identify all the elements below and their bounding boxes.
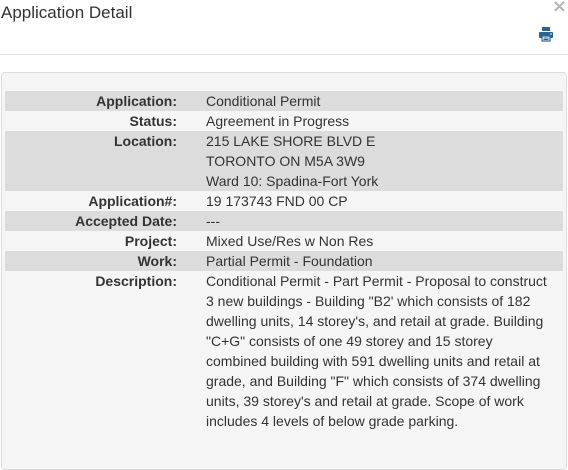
location-value: 215 LAKE SHORE BLVD E TORONTO ON M5A 3W9… xyxy=(177,131,563,191)
printer-icon[interactable] xyxy=(538,26,554,42)
location-ward-line: Ward 10: Spadina-Fort York xyxy=(206,173,379,189)
application-row: Application: Conditional Permit xyxy=(5,91,563,111)
accepted-date-label: Accepted Date: xyxy=(75,213,177,229)
work-row: Work: Partial Permit - Foundation xyxy=(5,251,563,271)
project-value: Mixed Use/Res w Non Res xyxy=(206,233,374,249)
work-label: Work: xyxy=(137,253,177,269)
application-value: Conditional Permit xyxy=(206,93,321,109)
accepted-date-value: --- xyxy=(206,213,220,229)
application-label: Application: xyxy=(96,93,177,109)
location-city-line: TORONTO ON M5A 3W9 xyxy=(206,153,365,169)
description-row: Description: Conditional Permit - Part P… xyxy=(5,271,563,431)
accepted-date-row: Accepted Date: --- xyxy=(5,211,563,231)
description-cell: Conditional Permit - Part Permit - Propo… xyxy=(177,271,563,431)
work-value: Partial Permit - Foundation xyxy=(206,253,373,269)
status-label: Status: xyxy=(129,113,177,129)
dialog-header: Application Detail × xyxy=(0,0,568,55)
application-number-row: Application#: 19 173743 FND 00 CP xyxy=(5,191,563,211)
application-number-label: Application#: xyxy=(88,193,177,209)
application-number-value: 19 173743 FND 00 CP xyxy=(206,193,348,209)
status-row: Status: Agreement in Progress xyxy=(5,111,563,131)
close-button[interactable]: × xyxy=(552,0,567,17)
location-address-line: 215 LAKE SHORE BLVD E xyxy=(206,133,376,149)
project-row: Project: Mixed Use/Res w Non Res xyxy=(5,231,563,251)
location-row: Location: 215 LAKE SHORE BLVD E TORONTO … xyxy=(5,131,563,191)
project-label: Project: xyxy=(124,233,177,249)
status-value: Agreement in Progress xyxy=(206,113,350,129)
description-label: Description: xyxy=(95,273,177,289)
location-label: Location: xyxy=(114,133,177,149)
details-table: Application: Conditional Permit Status: … xyxy=(5,91,563,431)
description-value: Conditional Permit - Part Permit - Propo… xyxy=(206,273,547,429)
dialog-title: Application Detail xyxy=(1,3,133,22)
